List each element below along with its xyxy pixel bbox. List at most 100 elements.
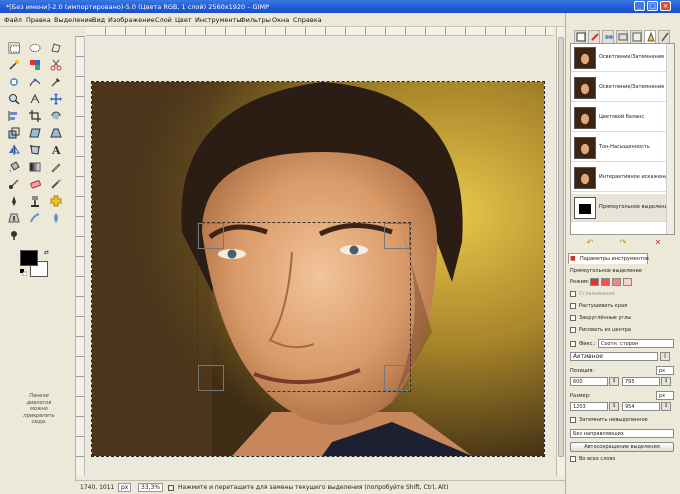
tab-brushes[interactable] <box>644 30 656 44</box>
canvas-area[interactable] <box>86 36 553 476</box>
rotate-tool-icon[interactable] <box>50 110 62 122</box>
convolve-tool-icon[interactable] <box>50 212 62 224</box>
size-h-spin[interactable]: ↕ <box>661 402 671 411</box>
size-w-input[interactable]: 1203 <box>570 402 608 411</box>
tab-channels[interactable] <box>602 30 614 44</box>
tab-undo-history[interactable] <box>588 30 600 44</box>
default-colors-icon[interactable] <box>20 269 28 277</box>
paintbrush-tool-icon[interactable] <box>8 178 20 190</box>
scissors-tool-icon[interactable] <box>50 59 62 71</box>
vertical-scrollbar[interactable] <box>556 27 565 476</box>
guides-select[interactable]: Без направляющих <box>570 429 674 438</box>
menu-select[interactable]: Выделение <box>54 16 93 24</box>
paths-tool-icon[interactable] <box>29 76 41 88</box>
clone-tool-icon[interactable] <box>29 195 41 207</box>
position-x-input[interactable]: 600 <box>570 377 608 386</box>
heal-tool-icon[interactable] <box>50 195 62 207</box>
selection-handle-bottom-left[interactable] <box>198 365 224 391</box>
size-unit-select[interactable]: px <box>656 391 674 400</box>
menu-layer[interactable]: Слой <box>155 16 172 24</box>
position-unit-select[interactable]: px <box>656 366 674 375</box>
history-scrollbar[interactable] <box>666 44 674 234</box>
size-h-input[interactable]: 954 <box>622 402 660 411</box>
airbrush-tool-icon[interactable] <box>50 178 62 190</box>
undo-icon[interactable]: ↶ <box>584 238 596 248</box>
smudge-tool-icon[interactable] <box>29 212 41 224</box>
zoom-tool-icon[interactable] <box>8 93 20 105</box>
bucket-fill-tool-icon[interactable] <box>8 161 20 173</box>
perspective-clone-tool-icon[interactable] <box>8 212 20 224</box>
redo-icon[interactable]: ↷ <box>617 238 629 248</box>
tab-paintbrush[interactable] <box>658 30 670 44</box>
selection-handle-bottom-right[interactable] <box>384 365 410 391</box>
menu-windows[interactable]: Окна <box>272 16 289 24</box>
expand-from-center-checkbox[interactable] <box>570 327 576 333</box>
history-item[interactable]: Интерактивное искажение <box>571 164 671 192</box>
minimize-button[interactable]: _ <box>634 1 645 11</box>
mode-subtract-icon[interactable] <box>612 278 621 286</box>
perspective-tool-icon[interactable] <box>50 127 62 139</box>
align-tool-icon[interactable] <box>8 110 20 122</box>
text-tool-icon[interactable]: A <box>50 144 62 156</box>
horizontal-ruler[interactable] <box>86 27 553 36</box>
cage-transform-tool-icon[interactable] <box>29 144 41 156</box>
zoom-select[interactable]: 33,3% <box>138 483 164 492</box>
antialiasing-checkbox[interactable] <box>570 291 576 297</box>
ratio-portrait-button[interactable]: ▯ <box>660 352 670 361</box>
ratio-input[interactable]: Активное <box>570 352 658 361</box>
select-by-color-tool-icon[interactable] <box>29 59 41 71</box>
menu-colors[interactable]: Цвет <box>175 16 192 24</box>
feather-edges-checkbox[interactable] <box>570 303 576 309</box>
dodge-burn-tool-icon[interactable] <box>8 229 20 241</box>
selection-handle-top-right[interactable] <box>384 223 410 249</box>
ellipse-select-tool-icon[interactable] <box>29 42 41 54</box>
tab-layers[interactable] <box>630 30 642 44</box>
crop-tool-icon[interactable] <box>29 110 41 122</box>
mode-add-icon[interactable] <box>601 278 610 286</box>
move-tool-icon[interactable] <box>50 93 62 105</box>
vertical-ruler[interactable] <box>76 36 85 476</box>
auto-shrink-button[interactable]: Автосокращение выделения <box>570 442 674 452</box>
history-item[interactable]: Осветление/Затемнение <box>571 74 667 102</box>
menu-filters[interactable]: Фильтры <box>240 16 271 24</box>
shrink-merged-checkbox[interactable] <box>570 456 576 462</box>
measure-tool-icon[interactable] <box>29 93 41 105</box>
flip-tool-icon[interactable] <box>8 144 20 156</box>
history-item[interactable]: Тон-Насыщенность <box>571 134 667 162</box>
highlight-checkbox[interactable] <box>570 417 576 423</box>
foreground-color-swatch[interactable] <box>20 250 38 266</box>
menu-file[interactable]: Файл <box>4 16 22 24</box>
pencil-tool-icon[interactable] <box>50 161 62 173</box>
tab-paths[interactable] <box>616 30 628 44</box>
position-y-spin[interactable]: ↕ <box>661 377 671 386</box>
menu-image[interactable]: Изображение <box>108 16 155 24</box>
tab-tool-options[interactable]: Параметры инструментов <box>568 253 649 264</box>
blend-tool-icon[interactable] <box>29 161 41 173</box>
rect-select-tool-icon[interactable] <box>8 42 20 54</box>
mode-replace-icon[interactable] <box>590 278 599 286</box>
rounded-corners-checkbox[interactable] <box>570 315 576 321</box>
close-button[interactable]: × <box>660 1 671 11</box>
history-item[interactable]: Осветление/Затемнение <box>571 44 667 72</box>
history-item[interactable]: Цветовой баланс <box>571 104 667 132</box>
eraser-tool-icon[interactable] <box>29 178 41 190</box>
menu-view[interactable]: Вид <box>92 16 105 24</box>
position-x-spin[interactable]: ↕ <box>609 377 619 386</box>
rect-selection[interactable] <box>197 222 411 392</box>
selection-handle-top-left[interactable] <box>198 223 224 249</box>
unit-select[interactable]: px <box>118 483 132 492</box>
menu-help[interactable]: Справка <box>293 16 322 24</box>
ink-tool-icon[interactable] <box>8 195 20 207</box>
swap-colors-icon[interactable]: ⇄ <box>44 250 51 257</box>
color-picker-tool-icon[interactable] <box>50 76 62 88</box>
size-w-spin[interactable]: ↕ <box>609 402 619 411</box>
shear-tool-icon[interactable] <box>29 127 41 139</box>
fixed-mode-select[interactable]: Соотн. сторон <box>598 339 674 348</box>
menu-edit[interactable]: Правка <box>26 16 51 24</box>
tab-history[interactable] <box>574 30 586 44</box>
scale-tool-icon[interactable] <box>8 127 20 139</box>
fuzzy-select-tool-icon[interactable] <box>8 59 20 71</box>
scrollbar-thumb[interactable] <box>558 37 564 457</box>
navigation-icon[interactable] <box>168 485 174 491</box>
foreground-select-tool-icon[interactable] <box>8 76 20 88</box>
